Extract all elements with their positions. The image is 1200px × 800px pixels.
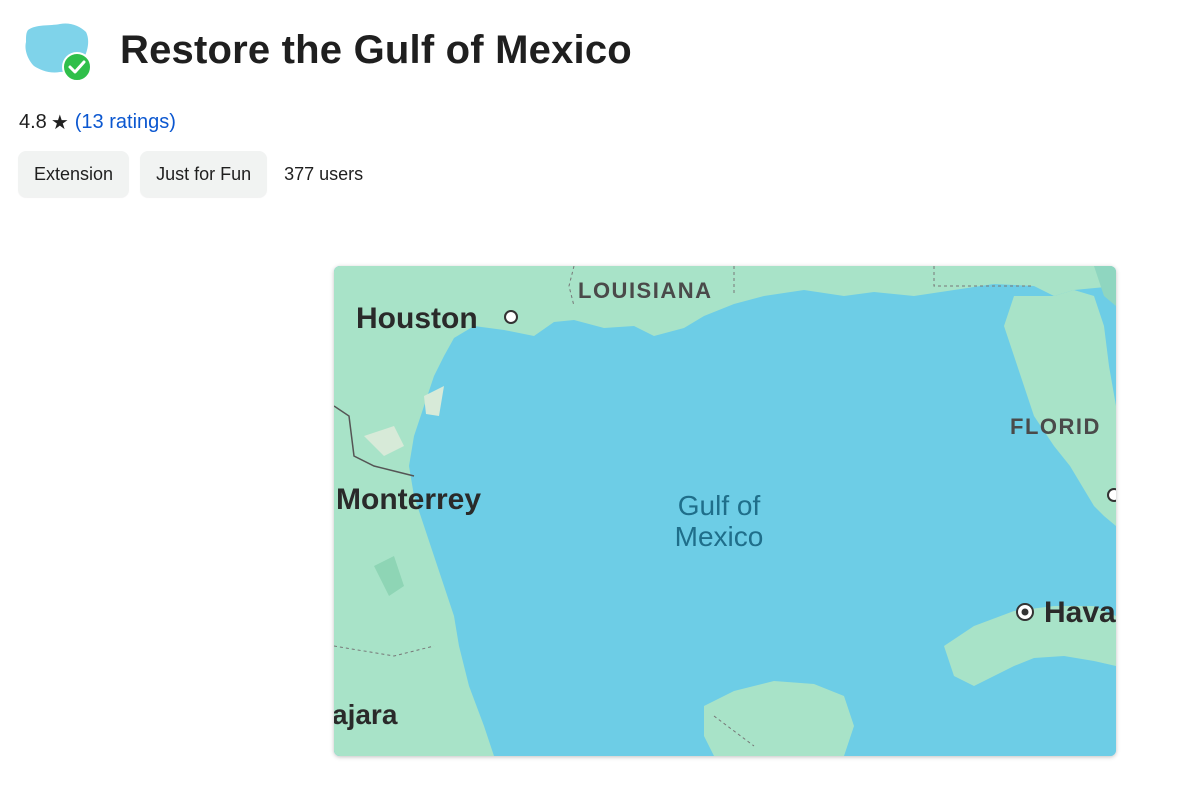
rating-row: 4.8 ★ ( 13 ratings ) bbox=[19, 110, 176, 135]
ratings-link[interactable]: 13 ratings bbox=[81, 111, 169, 134]
havana-marker-dot-icon bbox=[1021, 608, 1029, 616]
houston-marker-icon bbox=[504, 310, 518, 324]
gulf-map-icon bbox=[22, 20, 94, 82]
page-title: Restore the Gulf of Mexico bbox=[120, 27, 632, 72]
map-label-houston: Houston bbox=[356, 302, 478, 335]
users-count: 377 users bbox=[284, 163, 364, 184]
close-paren: ) bbox=[169, 111, 176, 133]
extension-chip[interactable]: Extension bbox=[18, 151, 130, 197]
screenshot-image[interactable]: LOUISIANA Houston FLORID Monterrey Gulf … bbox=[334, 266, 1116, 756]
check-icon bbox=[62, 52, 92, 82]
extension-detail-page: Restore the Gulf of Mexico 4.8 ★ ( 13 ra… bbox=[0, 0, 1200, 800]
category-chip[interactable]: Just for Fun bbox=[140, 151, 268, 197]
map-label-havana: Hava bbox=[1044, 596, 1116, 629]
header: Restore the Gulf of Mexico bbox=[22, 20, 632, 82]
star-icon: ★ bbox=[50, 112, 69, 134]
map-label-florida: FLORID bbox=[1010, 414, 1101, 439]
map-label-monterrey: Monterrey bbox=[336, 483, 481, 516]
open-paren: ( bbox=[74, 111, 82, 133]
florida-city-marker-icon bbox=[1107, 488, 1116, 502]
map-label-guadalajara: ajara bbox=[334, 699, 398, 730]
chips-row: Extension Just for Fun 377 users bbox=[18, 151, 363, 197]
map-label-gulf-line1: Gulf of bbox=[678, 490, 761, 521]
map-label-louisiana: LOUISIANA bbox=[578, 278, 713, 303]
rating-value: 4.8 bbox=[19, 111, 47, 133]
map-label-gulf-line2: Mexico bbox=[675, 521, 764, 552]
